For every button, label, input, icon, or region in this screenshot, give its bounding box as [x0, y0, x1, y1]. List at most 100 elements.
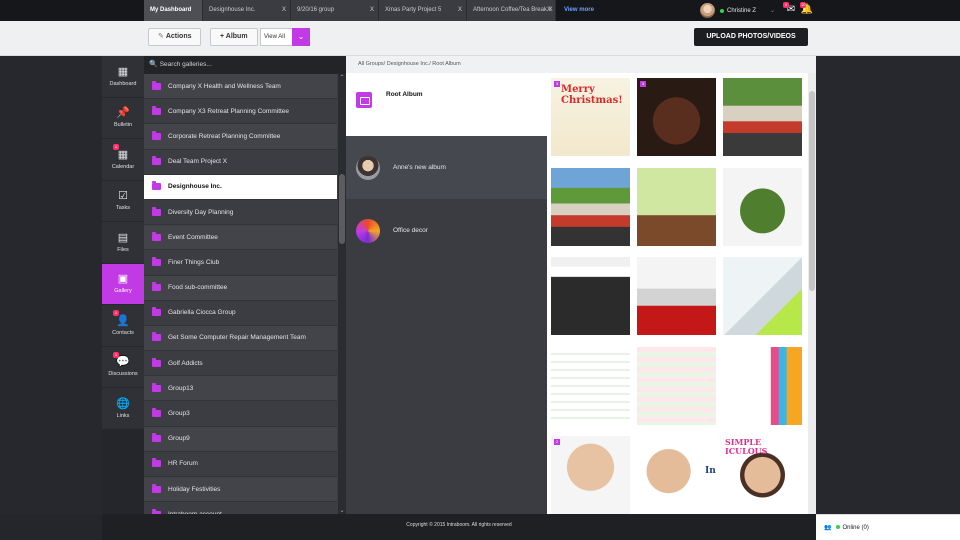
photo-thumbnail[interactable]: [637, 346, 716, 425]
add-album-button[interactable]: + Album: [210, 28, 258, 46]
mail-icon[interactable]: ✉ 0: [783, 2, 798, 17]
scroll-up-icon[interactable]: ⌃: [338, 74, 346, 81]
notification-badge: 10: [800, 2, 807, 8]
gallery-item[interactable]: Golf Addicts: [144, 351, 337, 377]
photo-thumbnail[interactable]: [551, 167, 630, 246]
tab-group[interactable]: 9/20/16 group X: [291, 0, 379, 21]
gallery-item[interactable]: Finer Things Club: [144, 250, 337, 276]
scroll-thumb[interactable]: [809, 91, 815, 291]
grid-icon: ▦: [117, 65, 129, 78]
photo-thumbnail[interactable]: [637, 167, 716, 246]
nav-contacts[interactable]: 1 👤 Contacts: [102, 305, 144, 347]
album-item-annes[interactable]: Anne's new album: [346, 136, 547, 199]
search-icon: 🔍: [149, 61, 158, 68]
gallery-item[interactable]: Company X3 Retreat Planning Committee: [144, 99, 337, 125]
photo-thumbnail[interactable]: [723, 346, 802, 425]
search-placeholder: Search galleries...: [159, 61, 212, 68]
gallery-item[interactable]: HR Forum: [144, 452, 337, 477]
tab-xmas-party[interactable]: Xmas Party Project 5 X: [379, 0, 467, 21]
album-name: Office decor: [393, 227, 428, 234]
view-more-link[interactable]: View more: [556, 0, 594, 21]
gallery-item-label: Group9: [168, 435, 190, 443]
folder-icon: [152, 282, 161, 292]
calendar-icon: ▦: [117, 148, 129, 161]
scrollbar[interactable]: ⌃ ⌄: [338, 74, 346, 514]
footer: Copyright © 2015 Intraboom. All rights r…: [102, 514, 816, 540]
gallery-item-label: Group3: [168, 410, 190, 418]
user-menu[interactable]: Christine Z ⌄: [700, 0, 775, 21]
scroll-down-icon[interactable]: ⌄: [338, 507, 346, 514]
photo-thumbnail[interactable]: In: [637, 436, 716, 514]
photo-thumbnail[interactable]: 3: [637, 78, 716, 156]
album-item-office-decor[interactable]: Office decor: [346, 199, 547, 262]
tab-coffee-break[interactable]: Afternoon Coffee/Tea Break XX: [467, 0, 556, 21]
folder-icon: [152, 382, 161, 392]
actions-button[interactable]: ✎ Actions: [148, 28, 202, 46]
photo-thumbnail[interactable]: [637, 257, 716, 335]
nav-files[interactable]: ▤ Files: [102, 222, 144, 264]
close-icon[interactable]: X: [547, 0, 551, 21]
gallery-item[interactable]: Corporate Retreat Planning Committee: [144, 124, 337, 150]
close-icon[interactable]: X: [370, 0, 374, 21]
album-item-root[interactable]: Root Album: [346, 73, 547, 136]
photo-thumbnail[interactable]: [723, 167, 802, 246]
photo-thumbnail[interactable]: [723, 257, 802, 335]
folder-icon: [152, 357, 161, 367]
photo-grid: 3 Merry Christmas! 3 2 In SIMPLE ICULOUS: [547, 73, 816, 514]
bell-icon[interactable]: 🔔 10: [800, 2, 814, 17]
photo-caption: SIMPLE ICULOUS: [725, 437, 768, 456]
gallery-item[interactable]: Intraboom account: [144, 502, 337, 514]
photo-thumbnail[interactable]: [723, 78, 802, 156]
scroll-thumb[interactable]: [339, 174, 345, 244]
photo-badge: 2: [554, 439, 560, 445]
photo-scrollbar[interactable]: [808, 73, 816, 514]
gallery-item[interactable]: Group3: [144, 401, 337, 427]
gallery-item[interactable]: Gabriella Ciocca Group: [144, 301, 337, 326]
gallery-item[interactable]: Diversity Day Planning: [144, 200, 337, 226]
tab-label: Designhouse Inc.: [209, 7, 256, 13]
chevron-down-icon[interactable]: ⌄: [292, 28, 310, 46]
folder-icon: [152, 80, 161, 90]
photo-thumbnail[interactable]: 3 Merry Christmas!: [551, 78, 630, 156]
gallery-item[interactable]: Event Committee: [144, 225, 337, 251]
breadcrumb: All Groups/ Designhouse Inc./ Root Album: [346, 56, 816, 73]
photo-thumbnail[interactable]: SIMPLE ICULOUS: [723, 436, 802, 514]
tab-designhouse[interactable]: Designhouse Inc. X: [203, 0, 291, 21]
close-icon[interactable]: X: [458, 0, 462, 21]
nav-discussions[interactable]: 1 💬 Discussions: [102, 347, 144, 388]
nav-label: Calendar: [111, 163, 135, 170]
tab-my-dashboard[interactable]: My Dashboard: [144, 0, 203, 21]
mail-badge: 0: [783, 2, 789, 8]
photo-thumbnail[interactable]: [551, 257, 630, 335]
gallery-item-label: Deal Team Project X: [168, 158, 228, 166]
close-icon[interactable]: X: [282, 0, 286, 21]
photo-thumbnail[interactable]: 2: [551, 436, 630, 514]
gallery-item[interactable]: Get Some Computer Repair Management Team: [144, 325, 337, 352]
nav-calendar[interactable]: 1 ▦ Calendar: [102, 139, 144, 181]
nav-tasks[interactable]: ☑ Tasks: [102, 181, 144, 222]
album-name: Root Album: [386, 91, 423, 98]
photo-badge: 3: [640, 81, 646, 87]
view-all-select[interactable]: View All ⌄: [260, 28, 310, 46]
gallery-item-label: Holiday Festivities: [168, 485, 221, 493]
folder-icon: [152, 408, 161, 418]
photo-caption: In: [705, 466, 716, 476]
gallery-item[interactable]: Food sub-committee: [144, 275, 337, 301]
nav-gallery[interactable]: ▣ Gallery: [102, 263, 144, 305]
online-panel[interactable]: 👥 Online (0): [816, 514, 960, 540]
nav-links[interactable]: 🌐 Links: [102, 388, 144, 430]
gallery-item[interactable]: Designhouse Inc.: [144, 174, 337, 200]
gallery-item[interactable]: Deal Team Project X: [144, 150, 337, 175]
gallery-item[interactable]: Company X Health and Wellness Team: [144, 74, 337, 100]
upload-photos-button[interactable]: UPLOAD PHOTOS/VIDEOS: [694, 28, 808, 46]
pin-icon: 📌: [116, 107, 130, 120]
photo-thumbnail[interactable]: [551, 346, 630, 425]
folder-icon: [152, 433, 161, 443]
nav-bulletin[interactable]: 📌 Bulletin: [102, 98, 144, 139]
search-input[interactable]: 🔍 Search galleries...: [144, 56, 346, 74]
gallery-item[interactable]: Group9: [144, 426, 337, 452]
nav-dashboard[interactable]: ▦ Dashboard: [102, 56, 144, 98]
gallery-item[interactable]: Group13: [144, 376, 337, 402]
tab-label: Xmas Party Project 5: [385, 7, 442, 13]
gallery-item[interactable]: Holiday Festivities: [144, 477, 337, 503]
